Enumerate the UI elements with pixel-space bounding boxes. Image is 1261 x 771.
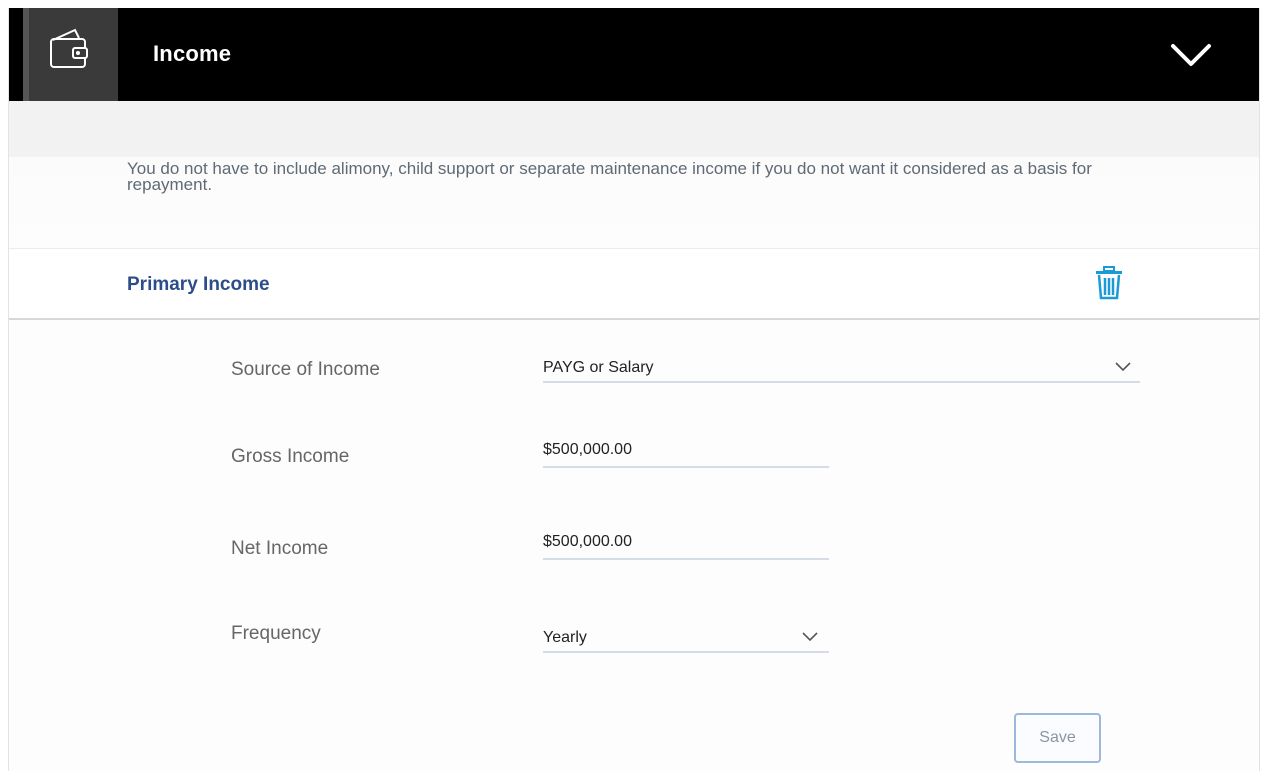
frequency-value: Yearly — [543, 629, 587, 646]
gross-income-label: Gross Income — [231, 446, 350, 467]
source-of-income-select[interactable]: PAYG or Salary — [543, 351, 1140, 383]
gross-income-field[interactable] — [543, 436, 829, 468]
info-text: You do not have to include alimony, chil… — [127, 159, 1092, 194]
trash-icon[interactable] — [1095, 266, 1123, 305]
gross-income-input[interactable] — [543, 436, 829, 464]
section-title: Primary Income — [127, 274, 270, 295]
header-icon-box — [23, 8, 118, 101]
chevron-down-icon[interactable] — [800, 629, 820, 648]
chevron-down-icon[interactable] — [1113, 359, 1133, 378]
save-button[interactable]: Save — [1014, 713, 1101, 763]
panel-header[interactable]: Income — [9, 8, 1259, 101]
net-income-field[interactable] — [543, 528, 829, 560]
income-panel: Income You do not have to include alimon… — [8, 8, 1260, 771]
source-of-income-label: Source of Income — [231, 359, 380, 380]
net-income-label: Net Income — [231, 538, 329, 559]
wallet-icon — [50, 28, 88, 68]
frequency-label: Frequency — [231, 623, 321, 644]
panel-title: Income — [153, 41, 232, 66]
source-of-income-value: PAYG or Salary — [543, 359, 654, 376]
frequency-select[interactable]: Yearly — [543, 621, 829, 653]
section-header: Primary Income — [9, 248, 1259, 320]
chevron-down-icon[interactable] — [1167, 40, 1215, 70]
net-income-input[interactable] — [543, 528, 829, 556]
info-band: You do not have to include alimony, chil… — [9, 101, 1259, 248]
